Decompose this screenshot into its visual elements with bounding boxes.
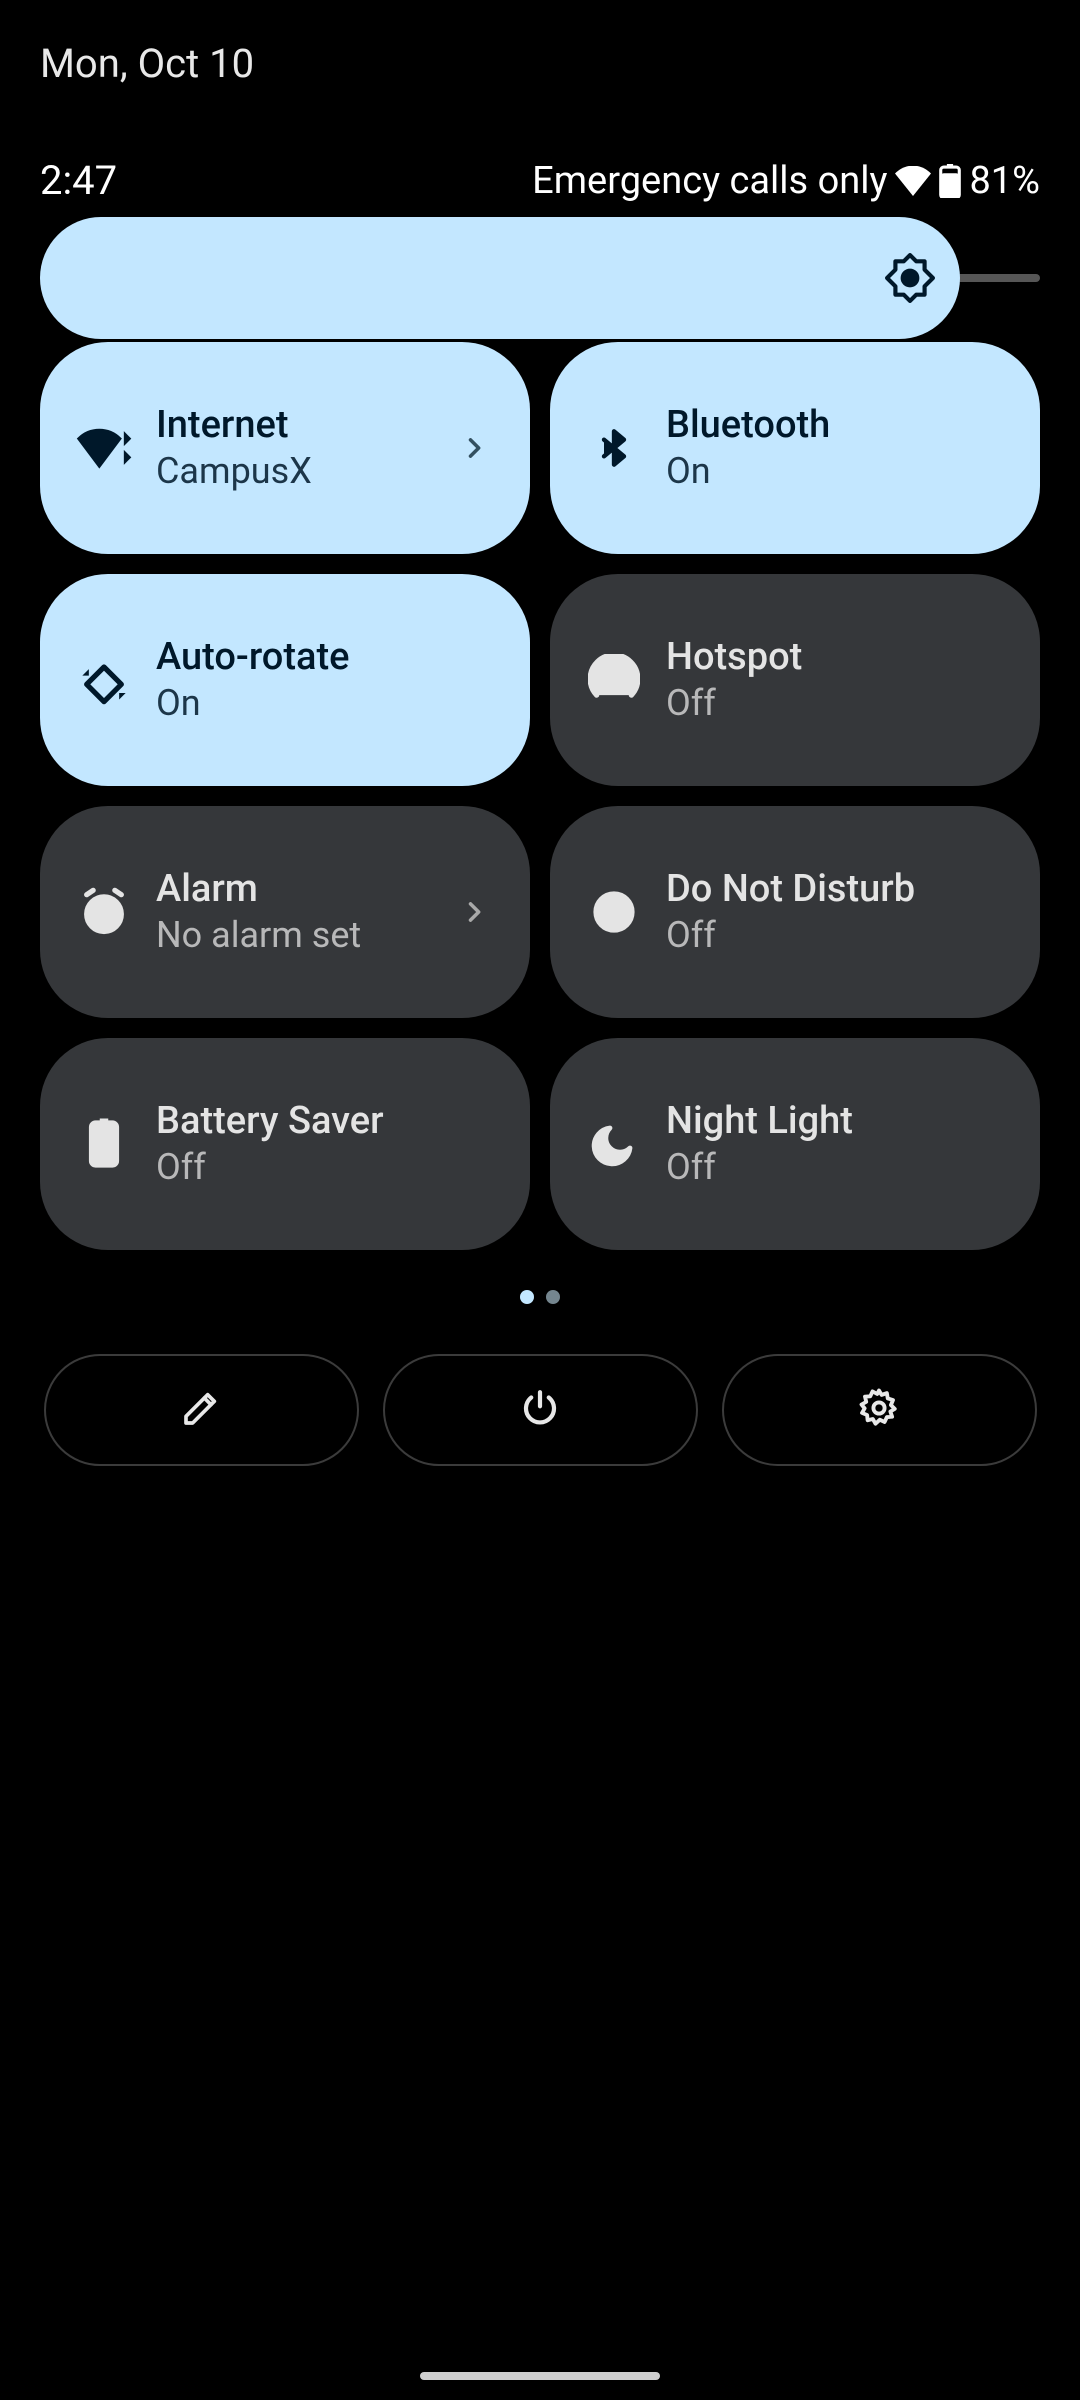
gesture-bar[interactable] [420,2372,660,2380]
battery-icon [939,164,961,198]
qs-tile-subtitle: On [156,681,494,726]
brightness-fill [40,217,960,339]
page-indicator [40,1290,1040,1304]
power-button[interactable] [383,1354,698,1466]
qs-tile-subtitle: CampusX [156,449,430,494]
qs-tile-title: Alarm [156,866,430,914]
status-bar: 2:47 Emergency calls only 81% [40,157,1040,204]
settings-button[interactable] [722,1354,1037,1466]
qs-tile-night-light[interactable]: Night LightOff [550,1038,1040,1250]
edit-button[interactable] [44,1354,359,1466]
qs-tile-text: Do Not DisturbOff [666,866,1004,959]
brightness-icon [885,253,935,303]
qs-tile-battery-saver[interactable]: Battery SaverOff [40,1038,530,1250]
qs-tile-bluetooth[interactable]: BluetoothOn [550,342,1040,554]
status-battery-text: 81% [969,159,1040,203]
rotate-icon [76,652,132,708]
qs-tile-title: Hotspot [666,634,1004,682]
qs-tile-text: InternetCampusX [156,402,430,495]
qs-tile-subtitle: Off [156,1145,494,1190]
wifi-icon [76,420,132,476]
qs-tile-text: Battery SaverOff [156,1098,494,1191]
page-dot[interactable] [546,1290,560,1304]
date: Mon, Oct 10 [40,40,1040,87]
qs-tile-title: Bluetooth [666,402,1004,450]
qs-tile-subtitle: Off [666,1145,1004,1190]
qs-tile-hotspot[interactable]: HotspotOff [550,574,1040,786]
dnd-icon [586,884,642,940]
brightness-slider[interactable] [40,274,1040,282]
qs-tile-text: BluetoothOn [666,402,1004,495]
status-network-text: Emergency calls only [532,159,887,203]
moon-icon [586,1116,642,1172]
qs-tile-title: Battery Saver [156,1098,494,1146]
qs-tile-title: Night Light [666,1098,1004,1146]
qs-tile-subtitle: Off [666,913,1004,958]
gear-icon [858,1387,900,1433]
qs-tile-alarm[interactable]: AlarmNo alarm set [40,806,530,1018]
qs-tiles: InternetCampusXBluetoothOnAuto-rotateOnH… [40,342,1040,1250]
qs-tile-text: Night LightOff [666,1098,1004,1191]
alarm-icon [76,884,132,940]
qs-tile-text: Auto-rotateOn [156,634,494,727]
qs-tile-subtitle: No alarm set [156,913,430,958]
pencil-icon [181,1388,221,1432]
qs-tile-dnd[interactable]: Do Not DisturbOff [550,806,1040,1018]
footer [40,1354,1040,1466]
page-dot[interactable] [520,1290,534,1304]
status-time: 2:47 [40,157,117,204]
qs-tile-subtitle: On [666,449,1004,494]
qs-tile-title: Do Not Disturb [666,866,1004,914]
qs-tile-text: AlarmNo alarm set [156,866,430,959]
bluetooth-icon [586,420,642,476]
chevron-right-icon [454,898,494,926]
wifi-icon [895,166,931,196]
qs-tile-autorotate[interactable]: Auto-rotateOn [40,574,530,786]
qs-tile-title: Internet [156,402,430,450]
chevron-right-icon [454,434,494,462]
battery-icon [76,1116,132,1172]
power-icon [519,1387,561,1433]
hotspot-icon [586,652,642,708]
qs-tile-subtitle: Off [666,681,1004,726]
qs-tile-title: Auto-rotate [156,634,494,682]
qs-tile-text: HotspotOff [666,634,1004,727]
status-right: Emergency calls only 81% [532,159,1040,203]
qs-tile-internet[interactable]: InternetCampusX [40,342,530,554]
